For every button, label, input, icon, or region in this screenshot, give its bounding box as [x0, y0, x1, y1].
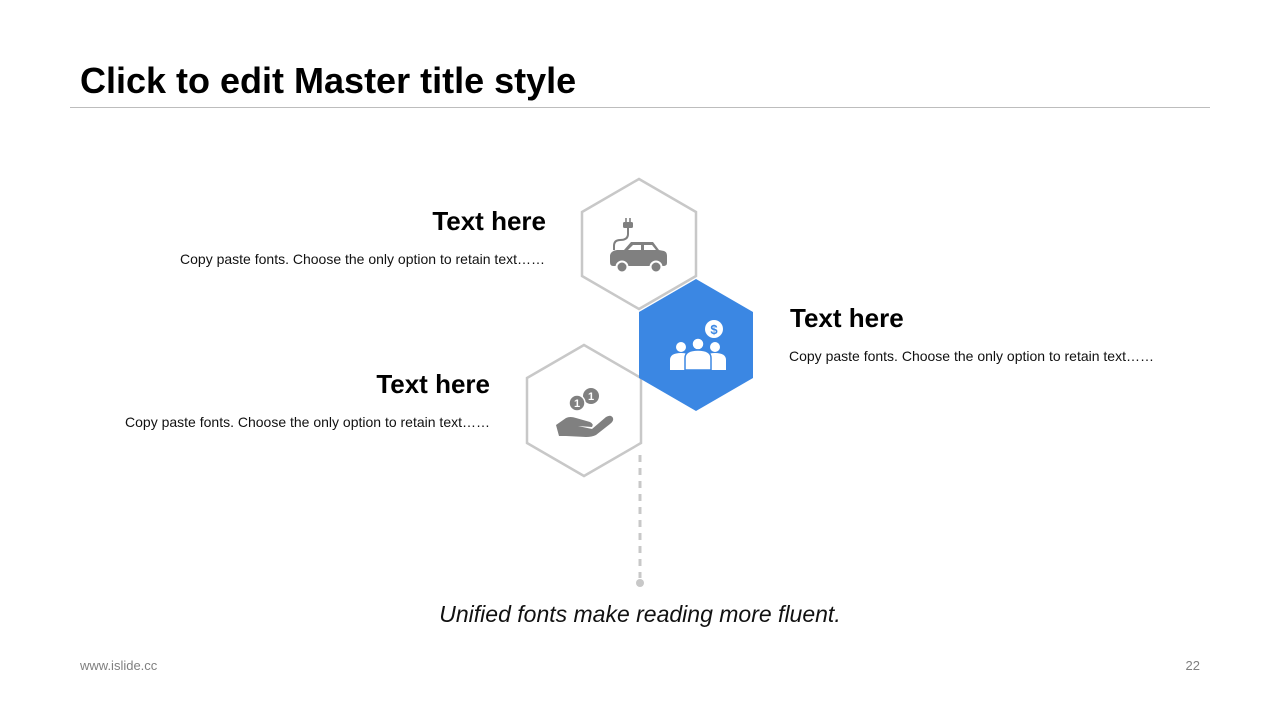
item-heading-2[interactable]: Text here — [790, 303, 904, 334]
item-text-2[interactable]: Copy paste fonts. Choose the only option… — [789, 348, 1154, 364]
item-text-3[interactable]: Copy paste fonts. Choose the only option… — [125, 414, 490, 430]
svg-text:1: 1 — [574, 398, 580, 410]
caption[interactable]: Unified fonts make reading more fluent. — [0, 601, 1280, 628]
footer-url: www.islide.cc — [80, 658, 158, 673]
page-number: 22 — [1185, 658, 1200, 673]
item-heading-1[interactable]: Text here — [432, 206, 546, 237]
connector-end-dot — [636, 579, 644, 587]
item-heading-3[interactable]: Text here — [376, 369, 490, 400]
slide: Click to edit Master title style $ 1 1 T… — [0, 0, 1280, 720]
svg-text:$: $ — [710, 322, 718, 337]
item-text-1[interactable]: Copy paste fonts. Choose the only option… — [180, 251, 545, 267]
hexagon-left — [525, 343, 643, 478]
svg-text:1: 1 — [588, 391, 594, 403]
